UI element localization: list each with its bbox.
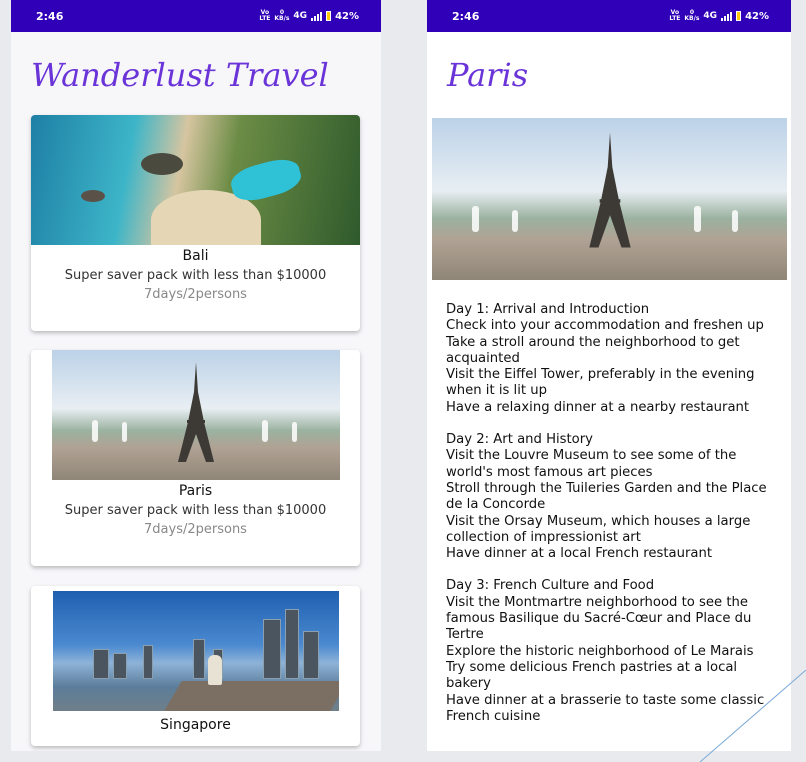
itinerary-line: Visit the Orsay Museum, which houses a l… xyxy=(446,513,751,545)
list-screen: 2:46 Vo LTE 0 KB/s 4G 42% Wanderlust Trave… xyxy=(11,0,381,751)
decorative-line xyxy=(700,670,806,762)
battery-percent: 42% xyxy=(745,10,769,22)
itinerary-line: Visit the Montmartre neighborhood to see… xyxy=(446,594,752,643)
itinerary-line: Have dinner at a local French restaurant xyxy=(446,546,713,562)
destination-duration: 7days/2persons xyxy=(144,287,247,302)
singapore-image xyxy=(52,591,339,711)
signal-bars-icon xyxy=(311,11,323,21)
status-bar: 2:46 Vo LTE 0 KB/s 4G 42% xyxy=(11,0,381,32)
itinerary: Day 1: Arrival and Introduction Check in… xyxy=(427,280,791,725)
status-bar: 2:46 Vo LTE 0 KB/s 4G 42% xyxy=(427,0,791,32)
data-speed-icon: 0 KB/s xyxy=(274,9,290,22)
volte-icon: Vo LTE xyxy=(669,9,681,22)
itinerary-line: Stroll through the Tuileries Garden and … xyxy=(446,480,767,513)
itinerary-line: Day 1: Arrival and Introduction xyxy=(446,302,650,317)
itinerary-line: Check into your accommodation and freshe… xyxy=(446,318,764,334)
destination-name: Paris xyxy=(178,483,213,499)
destination-name: Bali xyxy=(182,248,209,264)
signal-bars-icon xyxy=(721,11,733,21)
app-title: Wanderlust Travel xyxy=(31,56,329,94)
status-icons: Vo LTE 0 KB/s 4G 42% xyxy=(669,10,769,22)
bali-image xyxy=(31,115,360,245)
status-time: 2:46 xyxy=(36,9,64,23)
itinerary-day-1: Day 1: Arrival and Introduction Check in… xyxy=(446,302,773,416)
destination-card-paris[interactable]: Paris Super saver pack with less than $1… xyxy=(31,350,360,566)
itinerary-day-2: Day 2: Art and History Visit the Louvre … xyxy=(446,432,773,562)
itinerary-line: Explore the historic neighborhood of Le … xyxy=(446,643,754,659)
data-speed-icon: 0 KB/s xyxy=(684,9,700,22)
itinerary-line: Visit the Eiffel Tower, preferably in th… xyxy=(446,367,755,399)
destination-name: Singapore xyxy=(160,717,231,733)
destination-description: Super saver pack with less than $10000 xyxy=(64,503,327,518)
destination-description: Super saver pack with less than $10000 xyxy=(64,268,327,283)
itinerary-line: Have a relaxing dinner at a nearby resta… xyxy=(446,399,750,415)
network-type: 4G xyxy=(703,11,718,21)
itinerary-line: Day 3: French Culture and Food xyxy=(446,578,655,594)
detail-title: Paris xyxy=(447,56,529,94)
itinerary-line: Day 2: Art and History xyxy=(446,432,593,448)
destination-card-singapore[interactable]: Singapore xyxy=(31,586,360,746)
destination-duration: 7days/2persons xyxy=(144,522,247,537)
itinerary-line: Visit the Louvre Museum to see some of t… xyxy=(446,448,737,480)
network-type: 4G xyxy=(293,11,308,21)
volte-icon: Vo LTE xyxy=(259,9,271,22)
battery-icon xyxy=(326,11,332,21)
status-icons: Vo LTE 0 KB/s 4G 42% xyxy=(259,10,359,22)
destination-card-bali[interactable]: Bali Super saver pack with less than $10… xyxy=(31,115,360,331)
paris-image xyxy=(51,350,340,480)
status-time: 2:46 xyxy=(452,9,480,23)
battery-percent: 42% xyxy=(335,10,359,22)
battery-icon xyxy=(736,11,742,21)
paris-detail-image xyxy=(432,118,787,280)
itinerary-line: Take a stroll around the neighborhood to… xyxy=(446,334,740,366)
detail-screen: 2:46 Vo LTE 0 KB/s 4G 42% Paris Day 1: Arr… xyxy=(427,0,791,751)
